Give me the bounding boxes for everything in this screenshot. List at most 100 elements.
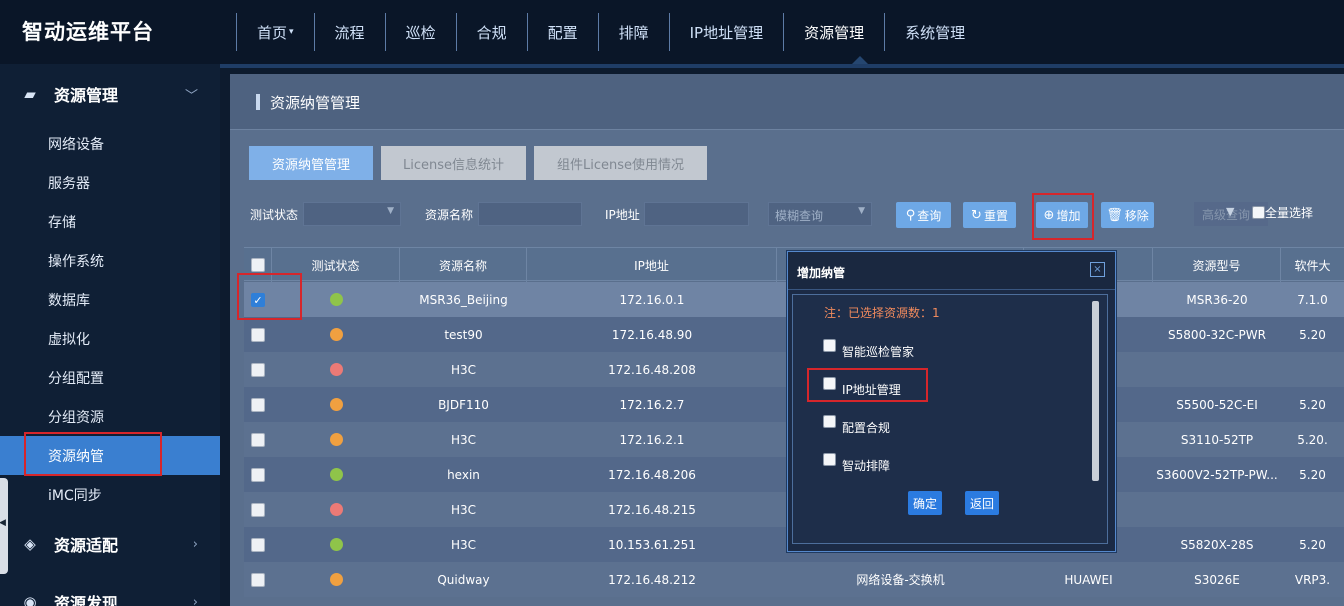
caret-left-icon: ◀ [0, 518, 6, 528]
sidebar-item-group-resources[interactable]: 分组资源 [0, 397, 220, 436]
tab-license-stats[interactable]: License信息统计 [381, 146, 526, 180]
sidebar-item-os[interactable]: 操作系统 [0, 241, 220, 280]
dialog-header: 增加纳管 × [788, 252, 1115, 290]
col-resource-model[interactable]: 资源型号 [1153, 248, 1281, 282]
tab-resource-onboarding[interactable]: 资源纳管管理 [249, 146, 373, 180]
tab-component-license[interactable]: 组件License使用情况 [534, 146, 707, 180]
sidebar-group-resource-discover[interactable]: ◉ 资源发现 › [0, 574, 220, 606]
header-select-checkbox[interactable] [250, 258, 265, 272]
cell-model: S3600V2-52TP-PW... [1156, 467, 1278, 482]
row-checkbox[interactable] [251, 572, 265, 587]
nav-config[interactable]: 配置 [526, 13, 598, 51]
sidebar-item-database[interactable]: 数据库 [0, 280, 220, 319]
option-checkbox[interactable] [823, 453, 836, 466]
sidebar-item-storage[interactable]: 存储 [0, 202, 220, 241]
cell-name: H3C [450, 502, 477, 517]
nav-ip-management[interactable]: IP地址管理 [668, 13, 783, 51]
ip-address-input[interactable] [644, 202, 749, 226]
test-status-select[interactable]: ▼ [303, 202, 401, 226]
status-cell [272, 317, 400, 352]
col-resource-name[interactable]: 资源名称 [400, 248, 527, 282]
caret-down-icon[interactable]: ▼ [1226, 205, 1234, 218]
dialog-scrollbar[interactable] [1092, 301, 1099, 481]
cell-sw: 5.20 [1299, 467, 1326, 482]
confirm-button[interactable]: 确定 [908, 491, 942, 515]
col-software-version[interactable]: 软件大 [1281, 248, 1344, 282]
sidebar-group-label: 资源发现 [54, 594, 119, 606]
option-checkbox[interactable] [823, 415, 836, 428]
row-checkbox-cell [244, 422, 272, 457]
cell-sw: 5.20 [1299, 327, 1326, 342]
search-icon: ⚲ [905, 207, 916, 223]
cell-type: 网络设备-交换机 [856, 573, 945, 587]
option-smart-troubleshoot[interactable]: 智动排障 [823, 453, 890, 474]
status-cell [272, 457, 400, 492]
row-checkbox[interactable] [251, 397, 265, 412]
sidebar-item-servers[interactable]: 服务器 [0, 163, 220, 202]
nav-inspection[interactable]: 巡检 [384, 13, 456, 51]
option-checkbox[interactable] [823, 339, 836, 352]
row-checkbox[interactable] [251, 467, 265, 482]
status-cell [272, 422, 400, 457]
filter-test-status-label: 测试状态 [250, 208, 299, 222]
back-button[interactable]: 返回 [965, 491, 999, 515]
cell-model [1153, 492, 1281, 527]
sidebar-item-imc-sync[interactable]: iMC同步 [0, 475, 220, 514]
nav-system-management[interactable]: 系统管理 [884, 13, 985, 51]
nav-compliance[interactable]: 合规 [455, 13, 527, 51]
cell-ip: 172.16.2.7 [619, 397, 685, 412]
option-config-compliance[interactable]: 配置合规 [823, 415, 890, 436]
main-nav: 首页 ▾ 流程 巡检 合规 配置 排障 IP地址管理 资源管理 系统管理 [236, 13, 985, 51]
sidebar-item-network-devices[interactable]: 网络设备 [0, 124, 220, 163]
fuzzy-query-select[interactable]: 模糊查询 ▼ [768, 202, 872, 226]
status-dot-icon [329, 573, 343, 586]
cell-sw: 7.1.0 [1297, 292, 1328, 307]
option-label: 智能巡检管家 [842, 345, 915, 359]
status-dot-icon [329, 538, 343, 551]
row-checkbox[interactable] [251, 432, 265, 447]
cell-model: S3026E [1194, 572, 1240, 587]
cell-model [1153, 352, 1281, 387]
status-dot-icon [329, 363, 343, 376]
filter-resource-name-label: 资源名称 [425, 208, 474, 222]
reset-button[interactable]: ↻ 重置 [963, 202, 1016, 228]
col-ip-address[interactable]: IP地址 [527, 248, 777, 282]
nav-resource-management[interactable]: 资源管理 [783, 13, 884, 51]
cell-sw: 5.20. [1297, 432, 1328, 447]
caret-down-icon: ▾ [289, 27, 294, 37]
dropdown-caret-icon: ▼ [387, 206, 394, 216]
title-accent-bar [256, 94, 260, 110]
sidebar-group-resource-adapt[interactable]: ◈ 资源适配 › [0, 516, 220, 572]
refresh-icon: ↻ [971, 207, 982, 223]
row-checkbox[interactable] [251, 502, 265, 517]
select-all-label: 全量选择 [1265, 206, 1314, 220]
sidebar-item-virtualization[interactable]: 虚拟化 [0, 319, 220, 358]
row-checkbox[interactable] [251, 327, 265, 342]
option-smart-inspection[interactable]: 智能巡检管家 [823, 339, 915, 360]
sidebar-collapse-handle[interactable]: ◀ [0, 478, 8, 574]
nav-home[interactable]: 首页 ▾ [236, 13, 314, 51]
highlight-box-checkbox [237, 273, 302, 320]
table-row[interactable]: Quidway 172.16.48.212 网络设备-交换机 HUAWEI S3026E… [244, 562, 1344, 597]
sidebar-item-group-config[interactable]: 分组配置 [0, 358, 220, 397]
cell-vendor: HUAWEI [1064, 572, 1113, 587]
cell-name: MSR36_Beijing [419, 292, 508, 307]
query-button[interactable]: ⚲ 查询 [896, 202, 951, 228]
cell-ip: 172.16.2.1 [619, 432, 685, 447]
nav-process[interactable]: 流程 [313, 13, 385, 51]
sidebar: ▰ 资源管理 ﹀ 网络设备 服务器 存储 操作系统 数据库 虚拟化 分组配置 分… [0, 64, 220, 606]
sidebar-group-resource-management[interactable]: ▰ 资源管理 ﹀ [0, 66, 220, 122]
status-cell [272, 387, 400, 422]
select-all-toggle[interactable]: 全量选择 [1252, 204, 1313, 221]
cell-ip: 10.153.61.251 [608, 537, 696, 552]
row-checkbox[interactable] [251, 362, 265, 377]
cell-name: Quidway [437, 572, 490, 587]
select-all-checkbox[interactable] [1252, 206, 1265, 219]
cell-name: H3C [450, 432, 477, 447]
nav-troubleshoot[interactable]: 排障 [597, 13, 669, 51]
close-icon[interactable]: × [1090, 262, 1105, 277]
remove-button[interactable]: 🗑 移除 [1101, 202, 1154, 228]
row-checkbox[interactable] [251, 537, 265, 552]
compass-icon: ◉ [23, 593, 37, 606]
resource-name-input[interactable] [478, 202, 582, 226]
